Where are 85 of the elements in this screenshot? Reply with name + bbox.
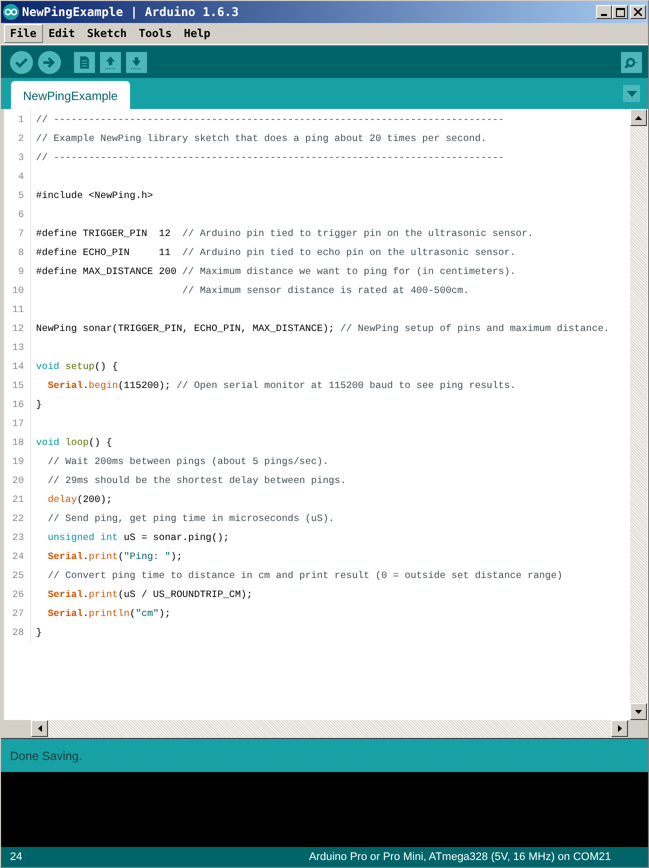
code-line: delay(200); bbox=[46, 494, 112, 505]
line-number: 28 bbox=[4, 623, 31, 642]
menu-item[interactable]: Tools bbox=[132, 24, 178, 43]
code-line: void setup() { bbox=[36, 361, 118, 372]
close-button[interactable] bbox=[630, 5, 646, 19]
line-number: 12 bbox=[4, 319, 31, 338]
scroll-right-button[interactable] bbox=[611, 720, 628, 737]
page-button[interactable] bbox=[74, 52, 95, 72]
tab-menu-button[interactable] bbox=[623, 85, 640, 102]
line-number: 8 bbox=[4, 243, 31, 262]
code-line: #define TRIGGER_PIN 12 // Arduino pin tied to trigger pin on the ultrasonic sensor. bbox=[36, 228, 534, 239]
code-line: // Send ping, get ping time in microseconds (uS). bbox=[46, 513, 334, 524]
logo-icon bbox=[3, 4, 19, 20]
line-number: 2 bbox=[4, 129, 31, 148]
up-triangle-icon bbox=[635, 116, 642, 120]
code-line: NewPing sonar(TRIGGER_PIN, ECHO_PIN, MAX_DISTANCE); // NewPing setup of pins and maximum distance. bbox=[36, 323, 610, 334]
close-icon bbox=[634, 8, 642, 16]
down-triangle-icon bbox=[626, 90, 636, 96]
menu-item[interactable]: Help bbox=[178, 24, 216, 43]
code-line: #define ECHO_PIN 11 // Arduino pin tied to echo pin on the ultrasonic sensor. bbox=[36, 247, 516, 258]
code-line: // 29ms should be the shortest delay between pings. bbox=[46, 475, 346, 486]
line-number: 24 bbox=[4, 547, 31, 566]
line-number: 18 bbox=[4, 433, 31, 452]
window-title: NewPingExample | Arduino 1.6.3 bbox=[22, 5, 239, 19]
vertical-scrollbar[interactable] bbox=[630, 109, 647, 720]
line-number: 15 bbox=[4, 376, 31, 395]
line-number: 25 bbox=[4, 566, 31, 585]
code-line: } bbox=[36, 399, 42, 410]
right-triangle-icon bbox=[618, 725, 622, 732]
line-number: 17 bbox=[4, 414, 31, 433]
code-line: // Convert ping time to distance in cm and print result (0 = outside set distance range) bbox=[46, 570, 563, 581]
line-number: 5 bbox=[4, 186, 31, 205]
status-message: Done Saving. bbox=[10, 748, 82, 762]
line-number: 4 bbox=[4, 167, 31, 186]
line-number: 6 bbox=[4, 205, 31, 224]
code-line: // Example NewPing library sketch that does a ping about 20 times per second. bbox=[36, 133, 487, 144]
maximize-button[interactable] bbox=[612, 5, 628, 19]
line-number: 26 bbox=[4, 585, 31, 604]
code-line: // Maximum sensor distance is rated at 400-500cm. bbox=[181, 285, 469, 296]
down-triangle-icon bbox=[635, 710, 642, 714]
line-number: 14 bbox=[4, 357, 31, 376]
code-line: } bbox=[36, 627, 42, 638]
code-line: unsigned int uS = sonar.ping(); bbox=[46, 532, 230, 543]
right-arrow-button[interactable] bbox=[38, 50, 61, 74]
board-info: Arduino Pro or Pro Mini, ATmega328 (5V, 16 MHz) on COM21 bbox=[308, 851, 611, 863]
minimize-button[interactable] bbox=[596, 5, 612, 19]
scroll-left-button[interactable] bbox=[31, 720, 48, 737]
code-line: Serial.print("Ping: "); bbox=[46, 551, 182, 562]
code-line: Serial.begin(115200); // Open serial monitor at 115200 baud to see ping results. bbox=[46, 380, 516, 391]
line-number: 10 bbox=[4, 281, 31, 300]
check-button[interactable] bbox=[10, 50, 33, 74]
line-number: 27 bbox=[4, 604, 31, 623]
menu-item[interactable]: File bbox=[4, 24, 42, 43]
left-triangle-icon bbox=[38, 725, 42, 732]
menu-item[interactable]: Edit bbox=[42, 24, 81, 43]
line-indicator: 24 bbox=[10, 851, 22, 863]
code-line: Serial.print(uS / US_ROUNDTRIP_CM); bbox=[46, 589, 253, 600]
line-number: 19 bbox=[4, 452, 31, 471]
line-number: 21 bbox=[4, 490, 31, 509]
code-line: #include <NewPing.h> bbox=[36, 190, 154, 201]
down-arrow-button[interactable] bbox=[126, 52, 147, 72]
menu-item[interactable]: Sketch bbox=[81, 24, 133, 43]
code-line: // ----------------------------------------------------------------------------- bbox=[36, 152, 504, 163]
code-line: Serial.println("cm"); bbox=[46, 608, 171, 619]
line-number: 13 bbox=[4, 338, 31, 357]
line-number: 22 bbox=[4, 509, 31, 528]
line-number: 23 bbox=[4, 528, 31, 547]
line-number: 7 bbox=[4, 224, 31, 243]
editor-tab[interactable]: NewPingExample bbox=[11, 81, 130, 109]
code-line: // ----------------------------------------------------------------------------- bbox=[36, 114, 504, 125]
line-number: 9 bbox=[4, 262, 31, 281]
code-line: // Wait 200ms between pings (about 5 pings/sec). bbox=[46, 456, 329, 467]
maximize-icon bbox=[616, 8, 624, 16]
line-number: 20 bbox=[4, 471, 31, 490]
code-line: void loop() { bbox=[36, 437, 112, 448]
line-number: 11 bbox=[4, 300, 31, 319]
scroll-down-button[interactable] bbox=[630, 703, 647, 720]
up-arrow-button[interactable] bbox=[100, 52, 121, 72]
magnifier-button[interactable] bbox=[621, 52, 642, 72]
scroll-up-button[interactable] bbox=[630, 109, 647, 126]
line-number: 16 bbox=[4, 395, 31, 414]
horizontal-scrollbar[interactable] bbox=[31, 720, 628, 738]
line-number: 3 bbox=[4, 148, 31, 167]
line-number: 1 bbox=[4, 110, 31, 129]
code-line: #define MAX_DISTANCE 200 // Maximum distance we want to ping for (in centimeters). bbox=[36, 266, 516, 277]
